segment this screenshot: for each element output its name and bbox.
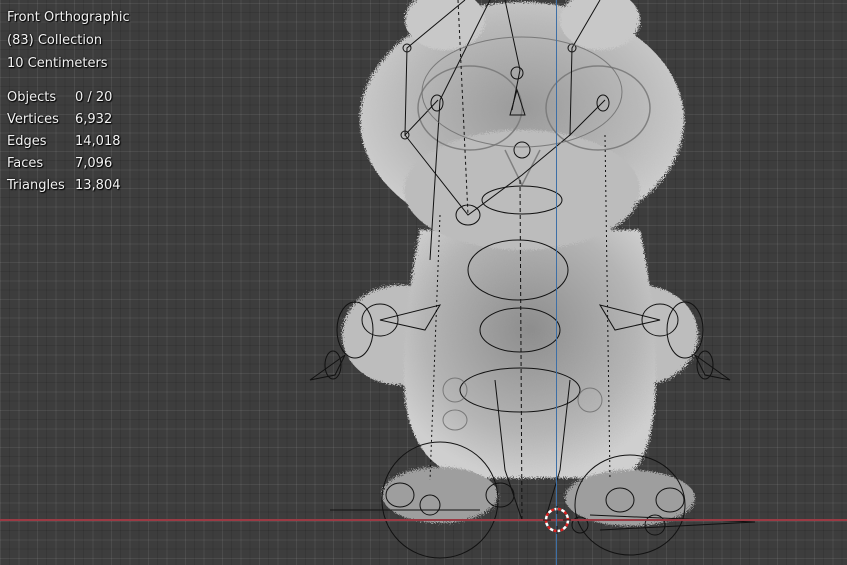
stat-row-objects: Objects 0 / 20 xyxy=(7,87,121,109)
stat-value: 13,804 xyxy=(75,178,121,193)
grid-scale: 10 Centimeters xyxy=(7,56,108,71)
stat-row-faces: Faces 7,096 xyxy=(7,153,121,175)
stat-label: Objects xyxy=(7,90,57,105)
z-axis-line xyxy=(556,0,557,565)
stat-value: 6,932 xyxy=(75,112,113,127)
stat-label: Faces xyxy=(7,156,44,171)
x-axis-line xyxy=(0,519,847,521)
viewport-info: Front Orthographic (83) Collection 10 Ce… xyxy=(7,6,130,75)
stat-label: Vertices xyxy=(7,112,59,127)
owl-model[interactable] xyxy=(0,0,847,565)
view-name: Front Orthographic xyxy=(7,10,130,25)
stat-label: Triangles xyxy=(7,178,65,193)
owl-fur-mesh xyxy=(342,0,698,526)
stat-row-edges: Edges 14,018 xyxy=(7,131,121,153)
stat-value: 14,018 xyxy=(75,134,121,149)
stat-label: Edges xyxy=(7,134,47,149)
3d-cursor-icon[interactable] xyxy=(542,505,572,535)
stat-row-vertices: Vertices 6,932 xyxy=(7,109,121,131)
3d-viewport[interactable]: Front Orthographic (83) Collection 10 Ce… xyxy=(0,0,847,565)
collection-name: (83) Collection xyxy=(7,33,103,48)
stat-value: 7,096 xyxy=(75,156,113,171)
statistics-overlay: Objects 0 / 20 Vertices 6,932 Edges 14,0… xyxy=(7,87,121,197)
stat-row-triangles: Triangles 13,804 xyxy=(7,175,121,197)
stat-value: 0 / 20 xyxy=(75,90,113,105)
